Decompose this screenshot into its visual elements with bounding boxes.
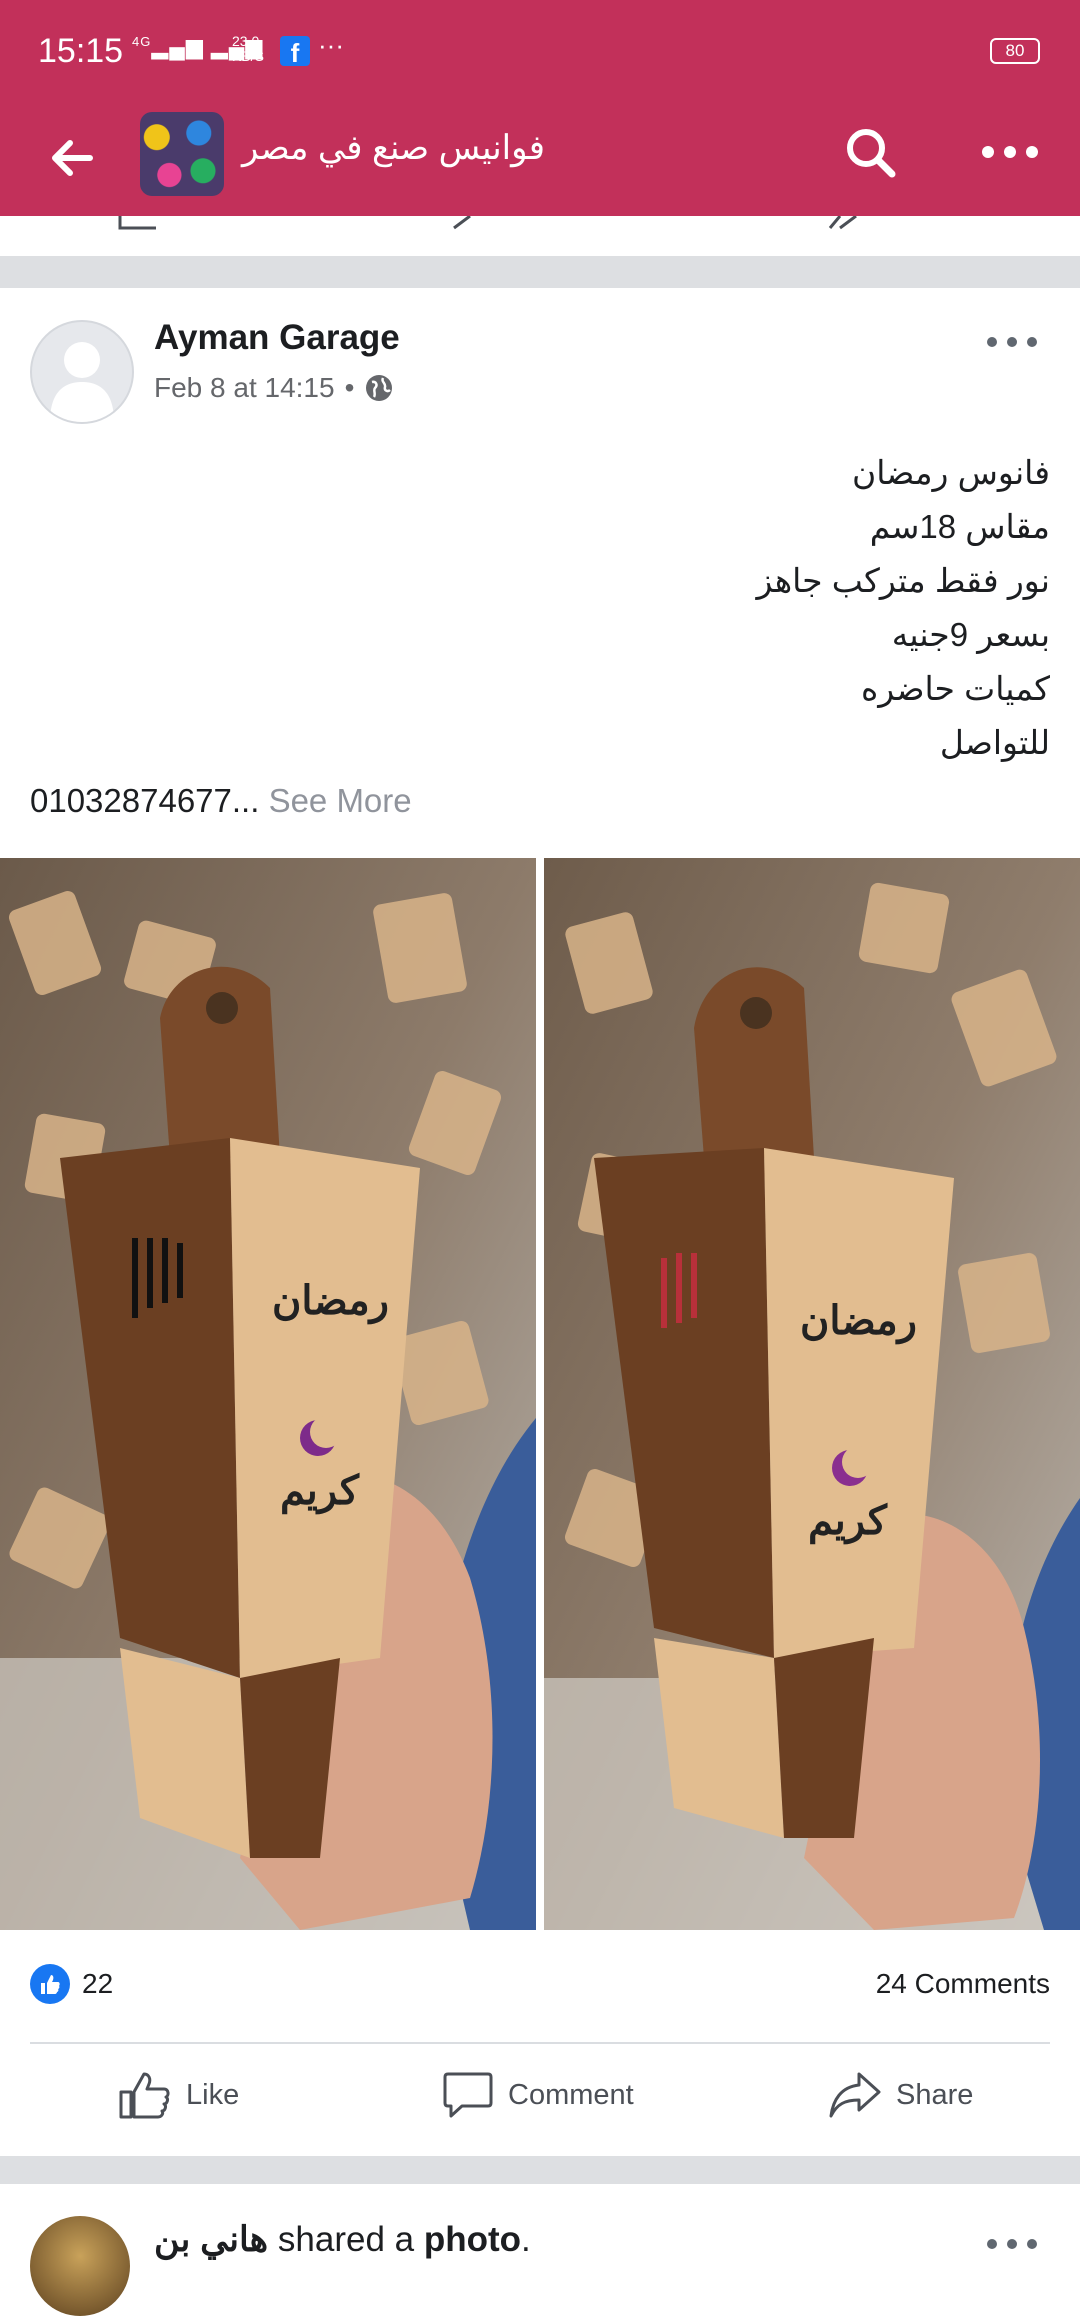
share-button[interactable]: Share: [828, 2070, 973, 2120]
comment-label: Comment: [508, 2078, 634, 2111]
next-post-more-icon[interactable]: [982, 2232, 1042, 2256]
reactions-count: 22: [82, 1968, 114, 1999]
status-more-icon: ···: [318, 30, 344, 60]
post-photo-2[interactable]: رمضان كريم: [544, 858, 1080, 1930]
status-time: 15:15: [38, 32, 124, 70]
lantern-text-ramadan-1: رمضان: [272, 1279, 389, 1323]
next-post-author[interactable]: هاني بن: [154, 2220, 268, 2259]
post-text-line: بسعر 9جنيه: [891, 616, 1050, 653]
battery-icon: 80: [990, 38, 1040, 64]
post-meta: Feb 8 at 14:15 •: [154, 372, 394, 404]
feed-divider: [0, 2156, 1080, 2184]
status-bar: 15:15 4G▂▄▆ ▂▄▆ 23.0 KB/S f ··· 80: [0, 0, 1080, 104]
like-button[interactable]: Like: [118, 2070, 239, 2120]
comments-count[interactable]: 24 Comments: [876, 1968, 1050, 2000]
post-text-line: مقاس 18سم: [869, 508, 1050, 545]
post-divider: [30, 2042, 1050, 2044]
next-post-shared-text: shared a: [277, 2220, 415, 2259]
comment-icon: [443, 2072, 493, 2118]
like-icon: [119, 2072, 170, 2119]
see-more-link[interactable]: See More: [269, 782, 412, 819]
post-text-line: فانوس رمضان: [851, 454, 1050, 491]
lantern-text-kareem-1: كريم: [280, 1469, 359, 1513]
facebook-icon: f: [280, 36, 310, 68]
feed-post: Ayman Garage Feb 8 at 14:15 • فانوس رمضا…: [0, 288, 1080, 2156]
meta-separator: •: [344, 372, 355, 403]
post-text-line: كميات حاضره: [860, 670, 1050, 707]
previous-post-actions: [0, 216, 1080, 256]
post-text: فانوس رمضان مقاس 18سم نور فقط متركب جاهز…: [290, 446, 1051, 770]
lantern-photo-1: [0, 858, 536, 1930]
share-icon-partial: [828, 216, 857, 230]
comment-button[interactable]: Comment: [442, 2070, 634, 2120]
post-text-line: للتواصل: [939, 724, 1050, 761]
post-author[interactable]: Ayman Garage: [154, 318, 400, 358]
post-time[interactable]: Feb 8 at 14:15: [154, 372, 335, 404]
reactions-summary[interactable]: 22: [30, 1964, 113, 2004]
network-type: 4G: [132, 34, 152, 49]
post-phone: 01032874677...: [30, 782, 260, 819]
post-text-line: نور فقط متركب جاهز: [756, 562, 1051, 599]
next-post-photo-link[interactable]: photo: [424, 2220, 521, 2259]
like-label: Like: [186, 2078, 240, 2111]
author-avatar[interactable]: [30, 320, 134, 424]
lantern-photo-2: [544, 858, 1080, 1930]
post-more-icon[interactable]: [982, 330, 1042, 354]
globe-icon: [366, 375, 393, 401]
like-reaction-icon: [30, 1964, 70, 2004]
search-icon[interactable]: [842, 124, 898, 180]
post-photo-1[interactable]: رمضان كريم: [0, 858, 536, 1930]
like-icon-partial: [118, 216, 156, 230]
next-feed-post: هاني بن shared a photo.: [0, 2184, 1080, 2316]
next-post-period: .: [521, 2220, 531, 2259]
back-arrow-icon[interactable]: [46, 132, 98, 184]
next-post-header: هاني بن shared a photo.: [154, 2220, 531, 2260]
next-author-avatar[interactable]: [30, 2216, 130, 2316]
share-icon: [829, 2072, 881, 2118]
lantern-text-kareem-2: كريم: [808, 1499, 887, 1543]
comment-icon-partial: [453, 216, 471, 230]
group-avatar[interactable]: [140, 112, 224, 196]
post-phone-line: 01032874677... See More: [30, 782, 412, 820]
feed-divider: [0, 256, 1080, 288]
default-avatar-icon: [50, 342, 114, 422]
share-label: Share: [896, 2078, 974, 2111]
group-title[interactable]: فوانيس صنع في مصر: [242, 128, 545, 168]
group-header: فوانيس صنع في مصر: [0, 104, 1080, 216]
network-speed: 23.0 KB/S: [232, 33, 264, 64]
lantern-text-ramadan-2: رمضان: [800, 1299, 917, 1343]
more-icon[interactable]: [980, 124, 1040, 180]
